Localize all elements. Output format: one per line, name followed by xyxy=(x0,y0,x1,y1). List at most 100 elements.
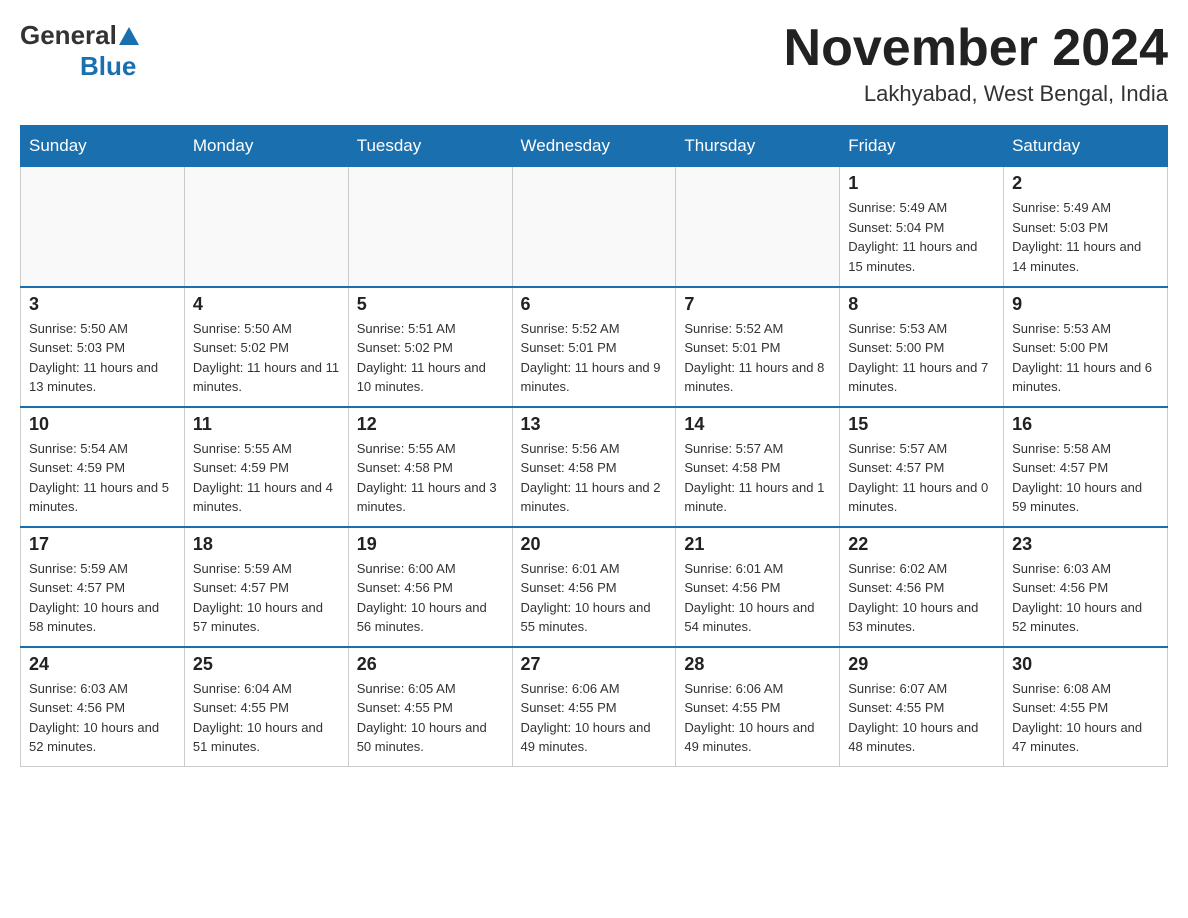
day-number: 23 xyxy=(1012,534,1159,555)
day-info: Sunrise: 5:58 AMSunset: 4:57 PMDaylight:… xyxy=(1012,439,1159,517)
calendar-cell: 22 Sunrise: 6:02 AMSunset: 4:56 PMDayligh… xyxy=(840,527,1004,647)
month-title: November 2024 xyxy=(784,20,1168,77)
calendar-cell: 15 Sunrise: 5:57 AMSunset: 4:57 PMDayligh… xyxy=(840,407,1004,527)
calendar-cell: 17 Sunrise: 5:59 AMSunset: 4:57 PMDayligh… xyxy=(21,527,185,647)
calendar-cell: 12 Sunrise: 5:55 AMSunset: 4:58 PMDayligh… xyxy=(348,407,512,527)
calendar-cell: 6 Sunrise: 5:52 AMSunset: 5:01 PMDaylight… xyxy=(512,287,676,407)
day-number: 1 xyxy=(848,173,995,194)
column-header-friday: Friday xyxy=(840,126,1004,167)
day-info: Sunrise: 6:06 AMSunset: 4:55 PMDaylight:… xyxy=(521,679,668,757)
calendar-cell: 21 Sunrise: 6:01 AMSunset: 4:56 PMDayligh… xyxy=(676,527,840,647)
day-number: 18 xyxy=(193,534,340,555)
column-header-monday: Monday xyxy=(184,126,348,167)
day-info: Sunrise: 5:55 AMSunset: 4:59 PMDaylight:… xyxy=(193,439,340,517)
day-number: 20 xyxy=(521,534,668,555)
calendar-cell: 3Sunrise: 5:50 AMSunset: 5:03 PMDaylight… xyxy=(21,287,185,407)
calendar-cell: 19 Sunrise: 6:00 AMSunset: 4:56 PMDayligh… xyxy=(348,527,512,647)
day-number: 17 xyxy=(29,534,176,555)
calendar-cell: 5 Sunrise: 5:51 AMSunset: 5:02 PMDaylight… xyxy=(348,287,512,407)
day-number: 14 xyxy=(684,414,831,435)
day-info: Sunrise: 6:08 AMSunset: 4:55 PMDaylight:… xyxy=(1012,679,1159,757)
calendar-cell: 16 Sunrise: 5:58 AMSunset: 4:57 PMDayligh… xyxy=(1004,407,1168,527)
logo-triangle-icon xyxy=(119,27,139,45)
logo-blue-text: Blue xyxy=(80,51,136,82)
calendar-cell xyxy=(21,167,185,287)
day-number: 22 xyxy=(848,534,995,555)
day-info: Sunrise: 5:50 AMSunset: 5:02 PMDaylight:… xyxy=(193,319,340,397)
calendar-cell: 28 Sunrise: 6:06 AMSunset: 4:55 PMDayligh… xyxy=(676,647,840,767)
day-number: 5 xyxy=(357,294,504,315)
day-number: 16 xyxy=(1012,414,1159,435)
day-number: 15 xyxy=(848,414,995,435)
day-info: Sunrise: 5:57 AMSunset: 4:58 PMDaylight:… xyxy=(684,439,831,517)
day-info: Sunrise: 6:03 AMSunset: 4:56 PMDaylight:… xyxy=(29,679,176,757)
day-info: Sunrise: 6:01 AMSunset: 4:56 PMDaylight:… xyxy=(521,559,668,637)
calendar-cell: 30 Sunrise: 6:08 AMSunset: 4:55 PMDayligh… xyxy=(1004,647,1168,767)
calendar-cell: 13 Sunrise: 5:56 AMSunset: 4:58 PMDayligh… xyxy=(512,407,676,527)
calendar-week-row: 17 Sunrise: 5:59 AMSunset: 4:57 PMDayligh… xyxy=(21,527,1168,647)
day-info: Sunrise: 6:05 AMSunset: 4:55 PMDaylight:… xyxy=(357,679,504,757)
calendar-week-row: 10Sunrise: 5:54 AMSunset: 4:59 PMDayligh… xyxy=(21,407,1168,527)
day-info: Sunrise: 5:53 AMSunset: 5:00 PMDaylight:… xyxy=(848,319,995,397)
day-info: Sunrise: 6:03 AMSunset: 4:56 PMDaylight:… xyxy=(1012,559,1159,637)
calendar-cell: 27Sunrise: 6:06 AMSunset: 4:55 PMDayligh… xyxy=(512,647,676,767)
day-info: Sunrise: 5:52 AMSunset: 5:01 PMDaylight:… xyxy=(684,319,831,397)
calendar-cell: 26 Sunrise: 6:05 AMSunset: 4:55 PMDayligh… xyxy=(348,647,512,767)
day-info: Sunrise: 5:56 AMSunset: 4:58 PMDaylight:… xyxy=(521,439,668,517)
day-number: 29 xyxy=(848,654,995,675)
calendar-cell xyxy=(348,167,512,287)
day-info: Sunrise: 5:53 AMSunset: 5:00 PMDaylight:… xyxy=(1012,319,1159,397)
day-number: 4 xyxy=(193,294,340,315)
calendar-table: SundayMondayTuesdayWednesdayThursdayFrid… xyxy=(20,125,1168,767)
day-info: Sunrise: 5:57 AMSunset: 4:57 PMDaylight:… xyxy=(848,439,995,517)
day-number: 10 xyxy=(29,414,176,435)
calendar-header-row: SundayMondayTuesdayWednesdayThursdayFrid… xyxy=(21,126,1168,167)
calendar-cell: 25Sunrise: 6:04 AMSunset: 4:55 PMDayligh… xyxy=(184,647,348,767)
column-header-sunday: Sunday xyxy=(21,126,185,167)
day-info: Sunrise: 5:59 AMSunset: 4:57 PMDaylight:… xyxy=(193,559,340,637)
calendar-cell xyxy=(676,167,840,287)
calendar-cell: 23 Sunrise: 6:03 AMSunset: 4:56 PMDayligh… xyxy=(1004,527,1168,647)
day-number: 3 xyxy=(29,294,176,315)
day-info: Sunrise: 5:52 AMSunset: 5:01 PMDaylight:… xyxy=(521,319,668,397)
column-header-saturday: Saturday xyxy=(1004,126,1168,167)
day-number: 26 xyxy=(357,654,504,675)
day-number: 30 xyxy=(1012,654,1159,675)
calendar-week-row: 24 Sunrise: 6:03 AMSunset: 4:56 PMDayligh… xyxy=(21,647,1168,767)
calendar-cell: 9 Sunrise: 5:53 AMSunset: 5:00 PMDaylight… xyxy=(1004,287,1168,407)
calendar-cell: 24 Sunrise: 6:03 AMSunset: 4:56 PMDayligh… xyxy=(21,647,185,767)
day-info: Sunrise: 5:59 AMSunset: 4:57 PMDaylight:… xyxy=(29,559,176,637)
day-number: 28 xyxy=(684,654,831,675)
calendar-cell: 11Sunrise: 5:55 AMSunset: 4:59 PMDayligh… xyxy=(184,407,348,527)
day-number: 2 xyxy=(1012,173,1159,194)
calendar-week-row: 3Sunrise: 5:50 AMSunset: 5:03 PMDaylight… xyxy=(21,287,1168,407)
day-number: 8 xyxy=(848,294,995,315)
day-info: Sunrise: 6:01 AMSunset: 4:56 PMDaylight:… xyxy=(684,559,831,637)
calendar-cell: 29 Sunrise: 6:07 AMSunset: 4:55 PMDayligh… xyxy=(840,647,1004,767)
day-number: 19 xyxy=(357,534,504,555)
page-header: General Blue November 2024 Lakhyabad, We… xyxy=(20,20,1168,107)
day-number: 13 xyxy=(521,414,668,435)
calendar-cell: 2 Sunrise: 5:49 AMSunset: 5:03 PMDaylight… xyxy=(1004,167,1168,287)
calendar-cell: 1Sunrise: 5:49 AMSunset: 5:04 PMDaylight… xyxy=(840,167,1004,287)
title-area: November 2024 Lakhyabad, West Bengal, In… xyxy=(784,20,1168,107)
day-info: Sunrise: 6:02 AMSunset: 4:56 PMDaylight:… xyxy=(848,559,995,637)
day-number: 21 xyxy=(684,534,831,555)
day-info: Sunrise: 5:55 AMSunset: 4:58 PMDaylight:… xyxy=(357,439,504,517)
day-number: 24 xyxy=(29,654,176,675)
column-header-thursday: Thursday xyxy=(676,126,840,167)
calendar-cell: 4 Sunrise: 5:50 AMSunset: 5:02 PMDaylight… xyxy=(184,287,348,407)
calendar-week-row: 1Sunrise: 5:49 AMSunset: 5:04 PMDaylight… xyxy=(21,167,1168,287)
day-number: 9 xyxy=(1012,294,1159,315)
day-info: Sunrise: 6:06 AMSunset: 4:55 PMDaylight:… xyxy=(684,679,831,757)
day-info: Sunrise: 5:49 AMSunset: 5:03 PMDaylight:… xyxy=(1012,198,1159,276)
day-info: Sunrise: 6:00 AMSunset: 4:56 PMDaylight:… xyxy=(357,559,504,637)
calendar-cell: 7 Sunrise: 5:52 AMSunset: 5:01 PMDaylight… xyxy=(676,287,840,407)
day-number: 25 xyxy=(193,654,340,675)
day-number: 12 xyxy=(357,414,504,435)
day-number: 6 xyxy=(521,294,668,315)
day-info: Sunrise: 5:51 AMSunset: 5:02 PMDaylight:… xyxy=(357,319,504,397)
day-number: 7 xyxy=(684,294,831,315)
column-header-wednesday: Wednesday xyxy=(512,126,676,167)
day-info: Sunrise: 6:07 AMSunset: 4:55 PMDaylight:… xyxy=(848,679,995,757)
